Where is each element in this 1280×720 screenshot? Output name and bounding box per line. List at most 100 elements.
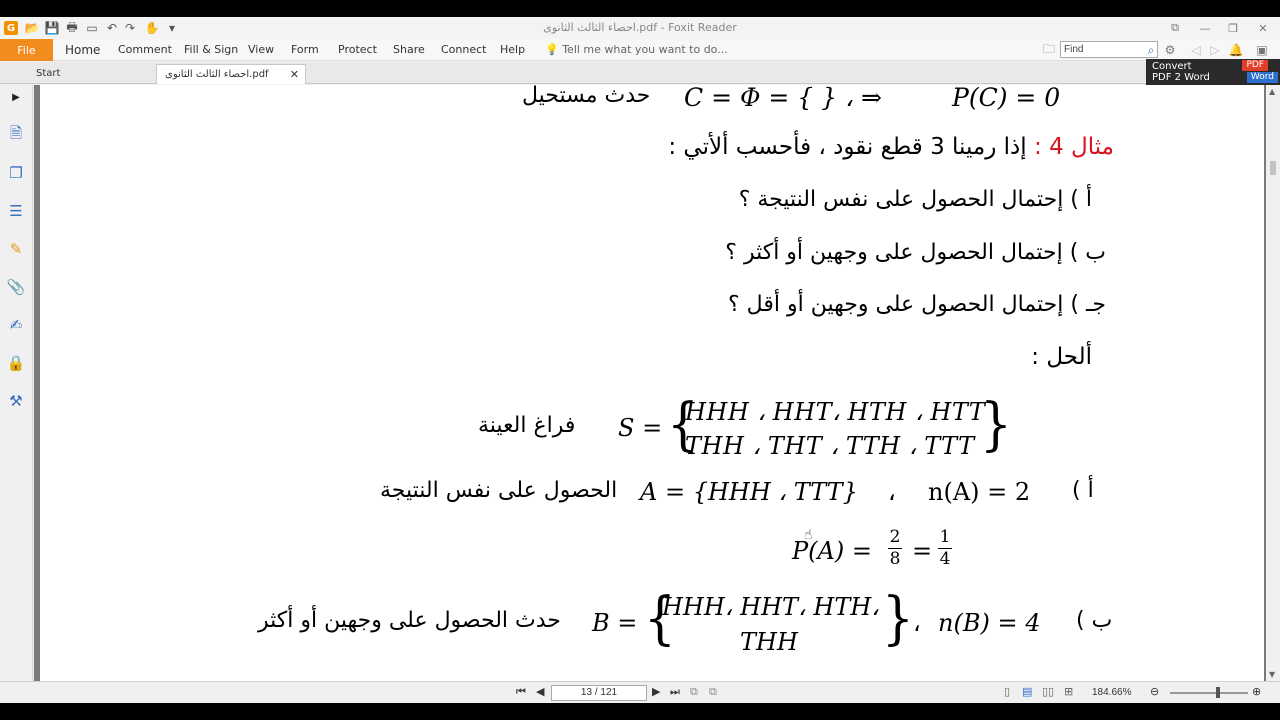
previous-page-icon[interactable]: ◀ bbox=[536, 685, 544, 698]
tell-me-search[interactable]: 💡 Tell me what you want to do... bbox=[545, 43, 728, 56]
folder-search-icon[interactable]: 🗀 bbox=[1041, 42, 1057, 58]
impossible-event-result: P(C) = 0 bbox=[952, 85, 1061, 112]
part-b-marker: ب ) bbox=[1076, 608, 1113, 633]
menu-bar: File Home Comment Fill & Sign View Form … bbox=[0, 39, 1280, 61]
window-title: احصاء الثالث الثانوى.pdf - Foxit Reader bbox=[543, 21, 737, 34]
zoom-slider-thumb[interactable] bbox=[1216, 687, 1220, 698]
tell-me-text: Tell me what you want to do... bbox=[562, 43, 728, 56]
zoom-out-icon[interactable]: ⊖ bbox=[1150, 685, 1159, 698]
menu-home[interactable]: Home bbox=[65, 43, 100, 57]
zoom-level[interactable]: 184.66% bbox=[1092, 687, 1131, 698]
part-a-sep: ، bbox=[888, 478, 896, 506]
file-menu[interactable]: File bbox=[0, 39, 53, 61]
first-page-icon[interactable]: ⏮ bbox=[516, 685, 526, 699]
part-a-set: A = {HHH ، TTT} bbox=[640, 478, 858, 506]
example-text: إذا رمينا 3 قطع نقود ، فأحسب ألأتي : bbox=[668, 134, 1027, 160]
part-b-count: n(B) = 4 bbox=[938, 609, 1041, 637]
part-b-label: حدث الحصول على وجهين أو أكثر bbox=[258, 608, 561, 633]
menu-connect[interactable]: Connect bbox=[441, 43, 486, 56]
sample-space-row1: HHH ، HHT، HTH ، HTT bbox=[685, 398, 986, 426]
foxit-reader-window: G 📂 💾 🖶 ▭ ↶ ↷ ✋ ▾ احصاء الثالث الثانوى.p… bbox=[0, 17, 1280, 703]
bookmarks-icon[interactable]: 🗎 bbox=[6, 124, 26, 145]
fraction-numerator: 2 bbox=[889, 527, 901, 547]
menu-fill-sign[interactable]: Fill & Sign bbox=[184, 43, 238, 56]
search-icon[interactable]: ⌕ bbox=[1143, 42, 1159, 58]
document-tabs: Start احصاء الثالث الثانوى.pdf ✕ bbox=[0, 62, 1280, 84]
pa-equals: = bbox=[912, 537, 933, 565]
navigation-panel: ▶ 🗎 ❐ ☰ ✎ 📎 ✍ 🔒 ⚒ bbox=[0, 85, 33, 681]
next-view-icon[interactable]: ⧉ bbox=[709, 685, 717, 699]
sample-space-label: فراغ العينة bbox=[478, 413, 576, 438]
menu-form[interactable]: Form bbox=[291, 43, 319, 56]
fraction-denominator: 4 bbox=[938, 548, 952, 569]
part-a-marker: أ ) bbox=[1072, 478, 1094, 503]
question-a: أ ) إحتمال الحصول على نفس النتيجة ؟ bbox=[738, 187, 1092, 212]
scroll-down-icon[interactable]: ▼ bbox=[1269, 670, 1275, 679]
user-account-icon[interactable]: ▣ bbox=[1254, 42, 1270, 58]
right-brace: } bbox=[882, 584, 914, 652]
fraction-numerator: 1 bbox=[939, 527, 951, 547]
close-button[interactable]: ✕ bbox=[1252, 19, 1274, 37]
continuous-view-icon[interactable]: ▤ bbox=[1022, 685, 1032, 698]
settings-gear-icon[interactable]: ⚙ bbox=[1162, 42, 1178, 58]
minimize-button[interactable]: — bbox=[1194, 19, 1216, 37]
example-label: مثال 4 : bbox=[1034, 134, 1114, 160]
right-brace: } bbox=[980, 390, 1012, 458]
fraction-denominator: 8 bbox=[888, 548, 902, 569]
lightbulb-icon: 💡 bbox=[545, 43, 559, 56]
zoom-slider[interactable] bbox=[1170, 692, 1248, 694]
page-thumbnails-icon[interactable]: ❐ bbox=[6, 163, 26, 183]
fraction-1-4: 1 4 bbox=[938, 527, 952, 570]
scroll-thumb[interactable] bbox=[1270, 161, 1276, 175]
document-view[interactable]: حدث مستحيل C = Φ = { } ، ⇒ P(C) = 0 مثال… bbox=[34, 85, 1266, 681]
tab-start[interactable]: Start bbox=[28, 64, 152, 84]
impossible-event-label: حدث مستحيل bbox=[522, 85, 651, 108]
comments-icon[interactable]: ✎ bbox=[6, 239, 26, 259]
page-number-input[interactable]: 13 / 121 bbox=[551, 685, 647, 701]
zoom-in-icon[interactable]: ⊕ bbox=[1252, 685, 1261, 698]
prev-result-icon[interactable]: ◁ bbox=[1188, 42, 1204, 58]
tools-icon[interactable]: ⚒ bbox=[6, 391, 26, 411]
close-tab-icon[interactable]: ✕ bbox=[290, 68, 299, 81]
solution-heading: ألحل : bbox=[1031, 344, 1092, 370]
menu-protect[interactable]: Protect bbox=[338, 43, 377, 56]
facing-view-icon[interactable]: ▯▯ bbox=[1042, 685, 1054, 698]
next-page-icon[interactable]: ▶ bbox=[652, 685, 660, 698]
vertical-scrollbar[interactable]: ▲ ▼ bbox=[1266, 85, 1280, 681]
menu-view[interactable]: View bbox=[248, 43, 274, 56]
continuous-facing-icon[interactable]: ⊞ bbox=[1064, 685, 1073, 698]
ribbon-toggle-icon[interactable]: ⧉ bbox=[1164, 19, 1186, 37]
pdf-page: حدث مستحيل C = Φ = { } ، ⇒ P(C) = 0 مثال… bbox=[40, 85, 1264, 681]
status-bar: ⏮ ◀ 13 / 121 ▶ ⏭ ⧉ ⧉ ▯ ▤ ▯▯ ⊞ 184.66% ⊖ … bbox=[0, 681, 1280, 703]
security-lock-icon[interactable]: 🔒 bbox=[6, 353, 26, 373]
part-b-row2: THH bbox=[740, 628, 798, 656]
fraction-2-8: 2 8 bbox=[888, 527, 902, 570]
question-c: جـ ) إحتمال الحصول على وجهين أو أقل ؟ bbox=[728, 292, 1106, 317]
scroll-up-icon[interactable]: ▲ bbox=[1269, 87, 1275, 96]
attachments-icon[interactable]: 📎 bbox=[6, 277, 26, 297]
title-bar: G 📂 💾 🖶 ▭ ↶ ↷ ✋ ▾ احصاء الثالث الثانوى.p… bbox=[0, 17, 1280, 39]
layers-icon[interactable]: ☰ bbox=[6, 201, 26, 221]
single-page-view-icon[interactable]: ▯ bbox=[1004, 685, 1010, 698]
pdf-badge: PDF bbox=[1242, 60, 1268, 71]
question-b: ب ) إحتمال الحصول على وجهين أو أكثر ؟ bbox=[725, 240, 1106, 265]
part-b-row1: HHH، HHT، HTH، bbox=[662, 593, 880, 621]
signature-icon[interactable]: ✍ bbox=[6, 315, 26, 335]
last-page-icon[interactable]: ⏭ bbox=[670, 685, 680, 699]
previous-view-icon[interactable]: ⧉ bbox=[690, 685, 698, 699]
maximize-button[interactable]: ❐ bbox=[1222, 19, 1244, 37]
part-a-count: n(A) = 2 bbox=[928, 478, 1031, 506]
expand-panel-icon[interactable]: ▶ bbox=[6, 87, 26, 107]
notification-bell-icon[interactable]: 🔔 bbox=[1228, 42, 1244, 58]
menu-share[interactable]: Share bbox=[393, 43, 425, 56]
tab-current-file[interactable]: احصاء الثالث الثانوى.pdf ✕ bbox=[156, 64, 306, 84]
next-result-icon[interactable]: ▷ bbox=[1207, 42, 1223, 58]
tab-file-label: احصاء الثالث الثانوى.pdf bbox=[165, 69, 269, 80]
convert-pdf-to-word-banner[interactable]: Convert PDF 2 Word PDF Word bbox=[1146, 59, 1280, 85]
impossible-event-math: C = Φ = { } ، ⇒ bbox=[684, 85, 882, 112]
sample-space-row2: THH ، THT ، TTH ، TTT bbox=[685, 432, 975, 460]
menu-comment[interactable]: Comment bbox=[118, 43, 172, 56]
sample-space-eq: S = bbox=[618, 414, 663, 442]
menu-help[interactable]: Help bbox=[500, 43, 525, 56]
part-b-eq: B = bbox=[592, 609, 638, 637]
